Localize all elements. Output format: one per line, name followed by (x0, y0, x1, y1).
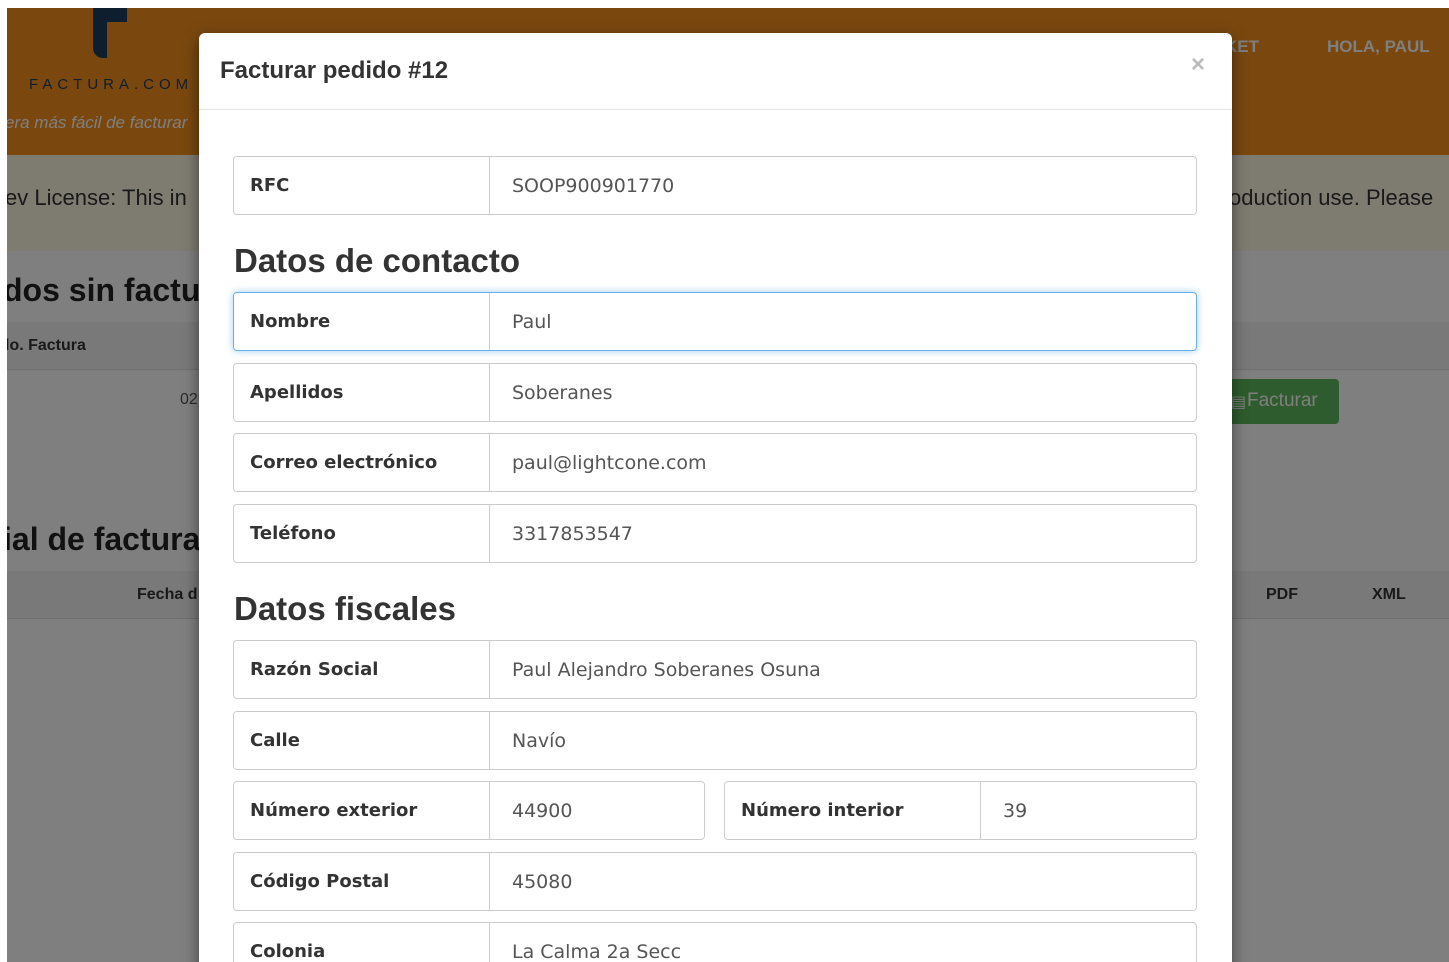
colonia-input[interactable] (491, 923, 1196, 962)
fiscal-data-heading: Datos fiscales (234, 590, 456, 627)
correo-label: Correo electrónico (234, 434, 490, 491)
calle-input[interactable] (491, 712, 1196, 769)
nombre-input[interactable] (491, 293, 1196, 350)
numero-interior-label: Número interior (725, 782, 981, 839)
nombre-field-group: Nombre (233, 292, 1197, 351)
razon-social-field-group: Razón Social (233, 640, 1197, 699)
numero-interior-input[interactable] (982, 782, 1196, 839)
numero-exterior-input[interactable] (491, 782, 704, 839)
rfc-label: RFC (234, 157, 490, 214)
rfc-field-group: RFC (233, 156, 1197, 215)
invoice-modal: Facturar pedido #12 × RFC Datos de conta… (199, 33, 1232, 962)
telefono-input[interactable] (491, 505, 1196, 562)
colonia-label: Colonia (234, 923, 490, 962)
modal-header: Facturar pedido #12 × (199, 33, 1232, 110)
apellidos-field-group: Apellidos (233, 363, 1197, 422)
contact-data-heading: Datos de contacto (234, 242, 521, 279)
numero-exterior-field-group: Número exterior (233, 781, 705, 840)
numero-interior-field-group: Número interior (724, 781, 1197, 840)
calle-label: Calle (234, 712, 490, 769)
colonia-field-group: Colonia (233, 922, 1197, 962)
razon-social-label: Razón Social (234, 641, 490, 698)
calle-field-group: Calle (233, 711, 1197, 770)
screenshot-margin-top (0, 0, 1449, 8)
apellidos-input[interactable] (491, 364, 1196, 421)
telefono-field-group: Teléfono (233, 504, 1197, 563)
codigo-postal-field-group: Código Postal (233, 852, 1197, 911)
modal-title: Facturar pedido #12 (220, 57, 449, 84)
codigo-postal-input[interactable] (491, 853, 1196, 910)
screenshot-margin-left (0, 0, 7, 962)
apellidos-label: Apellidos (234, 364, 490, 421)
correo-field-group: Correo electrónico (233, 433, 1197, 492)
screen: FACTURA.COM era más fácil de facturar KE… (0, 0, 1449, 962)
codigo-postal-label: Código Postal (234, 853, 490, 910)
razon-social-input[interactable] (491, 641, 1196, 698)
close-icon[interactable]: × (1191, 51, 1205, 79)
rfc-input[interactable] (491, 157, 1196, 214)
telefono-label: Teléfono (234, 505, 490, 562)
nombre-label: Nombre (234, 293, 490, 350)
numero-exterior-label: Número exterior (234, 782, 490, 839)
correo-input[interactable] (491, 434, 1196, 491)
